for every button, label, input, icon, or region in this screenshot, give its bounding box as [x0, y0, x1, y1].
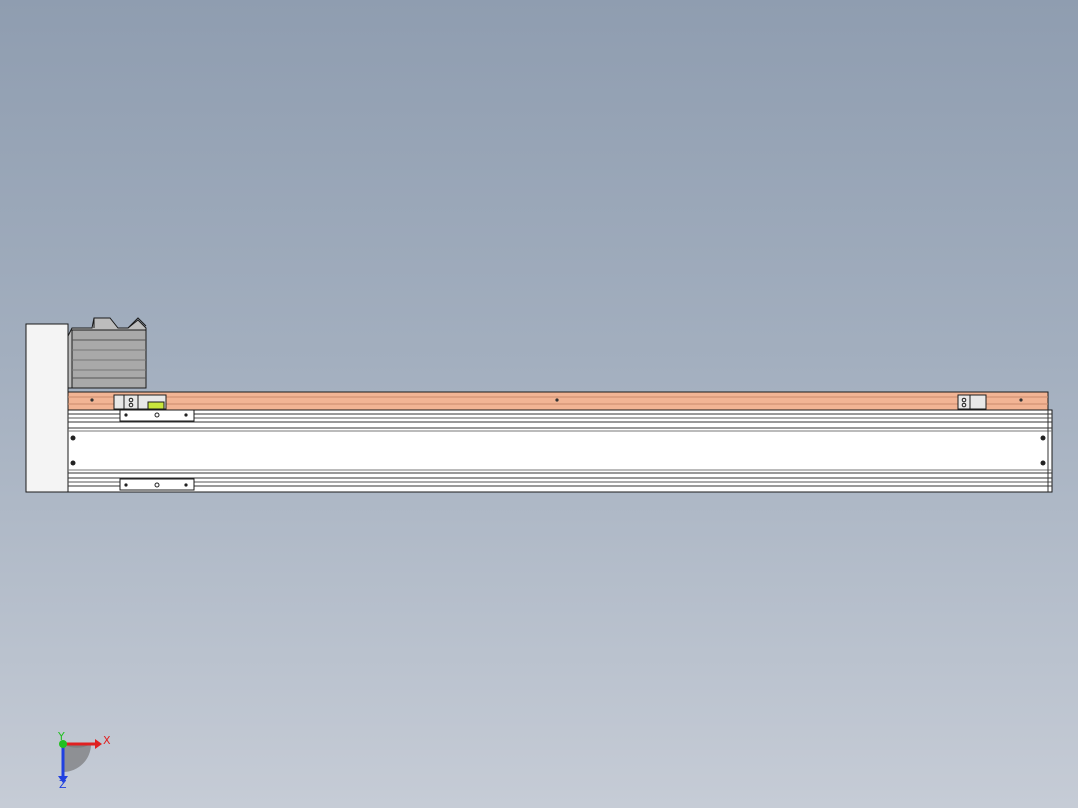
servo-motor — [67, 317, 147, 389]
carriage-bottom-plate[interactable] — [119, 478, 195, 491]
coordinate-triad: X Y Z — [57, 730, 111, 791]
x-axis-label: X — [103, 734, 111, 747]
limit-sensor-right[interactable] — [957, 394, 987, 410]
cad-canvas[interactable]: X Y Z — [0, 0, 1078, 808]
y-axis-label: Y — [57, 730, 65, 743]
cad-viewport[interactable]: X Y Z — [0, 0, 1078, 808]
motor-mount-plate — [25, 323, 69, 493]
linear-actuator-model[interactable] — [25, 317, 1053, 493]
carriage-top-plate[interactable] — [119, 409, 195, 422]
actuator-body — [67, 409, 1053, 493]
z-axis-label: Z — [59, 778, 67, 791]
top-cover-rail — [67, 391, 1049, 411]
limit-sensor-left[interactable] — [113, 394, 167, 410]
